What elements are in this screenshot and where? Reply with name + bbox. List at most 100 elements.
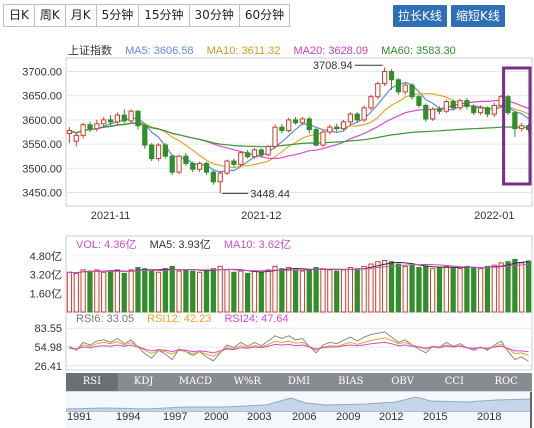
volume-bar (114, 269, 121, 313)
candle-body (217, 172, 223, 183)
volume-bar (334, 270, 340, 313)
tab-rsi[interactable]: RSI (66, 373, 118, 391)
candle-body (210, 171, 216, 183)
tab-wr[interactable]: W%R (221, 373, 273, 391)
vol-value: VOL: 4.36亿 (76, 239, 137, 251)
candle-body (292, 119, 299, 124)
tab-kdj[interactable]: KDJ (118, 373, 170, 391)
tab-roc[interactable]: ROC (480, 373, 532, 391)
candle-body (340, 121, 347, 130)
volume-bar (327, 269, 333, 313)
volume-bar (320, 268, 326, 313)
candle-body (87, 124, 93, 130)
candle-body (183, 155, 189, 164)
volume-bar (498, 262, 504, 313)
candle-body (238, 152, 244, 165)
high-annotation-label: 3708.94 (313, 60, 353, 72)
candle-body (347, 113, 354, 123)
date-tick-label: 2022-01 (474, 210, 514, 222)
price-tick-label: 3550.00 (22, 139, 62, 151)
year-label: 1994 (116, 411, 141, 423)
volume-bar (66, 271, 73, 313)
volume-bar (423, 265, 429, 313)
volume-bar (525, 260, 532, 313)
candle-body (101, 119, 107, 125)
volume-bar (224, 269, 230, 313)
rsi-tick-label: 26.41 (34, 361, 62, 373)
candle-body (375, 83, 381, 98)
volume-bar (354, 268, 360, 313)
volume-tick-label: 4.80亿 (30, 250, 62, 263)
year-label: 2006 (292, 411, 317, 423)
time-range-slider[interactable]: 1991 1994 1997 2000 2003 2006 2009 2012 … (66, 391, 532, 428)
rsi12-value: RSI12: 42.23 (147, 313, 212, 325)
date-tick-label: 2021-12 (241, 210, 281, 222)
candle-body (395, 79, 401, 93)
volume-bar (121, 272, 127, 313)
tab-cci[interactable]: CCI (428, 373, 480, 391)
volume-bar (169, 265, 175, 313)
candle-body (423, 104, 429, 120)
volume-bar (457, 268, 463, 313)
candle-body (436, 108, 443, 112)
history-area-sparkline (66, 396, 532, 412)
rsi-tick-label: 54.98 (34, 342, 62, 354)
candle-body (464, 100, 470, 107)
rsi-legend: RSI6: 33.05 RSI12: 42.23 RSI24: 47.64 (76, 313, 299, 325)
volume-bar (142, 268, 148, 313)
volume-bar (299, 270, 306, 313)
volume-bar (162, 268, 168, 313)
volume-bar (382, 260, 388, 313)
candle-body (354, 113, 360, 121)
volume-bar (430, 268, 436, 313)
tab-dmi[interactable]: DMI (273, 373, 325, 391)
volume-bar (464, 265, 470, 313)
candle-body (203, 162, 210, 173)
volume-bar (368, 263, 374, 313)
rsi-tick-label: 83.55 (34, 323, 62, 335)
volume-bar (210, 268, 216, 313)
volume-bar (149, 269, 155, 313)
volume-bar (265, 269, 271, 313)
volume-bar (197, 271, 203, 313)
candle-body (443, 101, 449, 112)
candle-body (505, 96, 511, 114)
year-label: 2000 (204, 411, 229, 423)
candle-body (80, 124, 86, 136)
candle-body (162, 144, 168, 157)
candle-body (224, 160, 230, 174)
year-label: 2009 (336, 411, 361, 423)
volume-bar (94, 269, 100, 313)
range-handle[interactable] (530, 392, 532, 428)
candle-body (382, 71, 388, 85)
volume-bar (73, 272, 79, 313)
volume-bar (402, 265, 408, 313)
rsi24-value: RSI24: 47.64 (224, 313, 289, 325)
price-tick-label: 3700.00 (22, 67, 62, 79)
volume-bar (436, 267, 443, 313)
candle-body (279, 126, 285, 132)
tab-macd[interactable]: MACD (170, 373, 222, 391)
year-label: 2015 (423, 411, 448, 423)
tab-bias[interactable]: BIAS (325, 373, 377, 391)
candle-body (142, 125, 148, 146)
volume-legend: VOL: 4.36亿 MA5: 3.93亿 MA10: 3.62亿 (76, 236, 301, 252)
tab-obv[interactable]: OBV (377, 373, 429, 391)
year-label: 2003 (247, 411, 272, 423)
rsi6-value: RSI6: 33.05 (76, 313, 135, 325)
candle-body (491, 104, 497, 115)
price-tick-label: 3450.00 (22, 187, 62, 199)
volume-bar (87, 270, 93, 313)
vol-ma5-value: MA5: 3.93亿 (149, 239, 211, 251)
volume-bar (80, 269, 86, 313)
price-tick-label: 3500.00 (22, 163, 62, 175)
candle-body (457, 100, 463, 109)
candle-body (327, 126, 333, 133)
volume-bar (395, 263, 401, 313)
volume-bar (101, 271, 107, 313)
panel-frame (65, 57, 533, 207)
volume-bar (251, 270, 258, 313)
price-tick-label: 3600.00 (22, 115, 62, 127)
volume-bar (361, 265, 367, 313)
year-label: 2018 (477, 411, 502, 423)
